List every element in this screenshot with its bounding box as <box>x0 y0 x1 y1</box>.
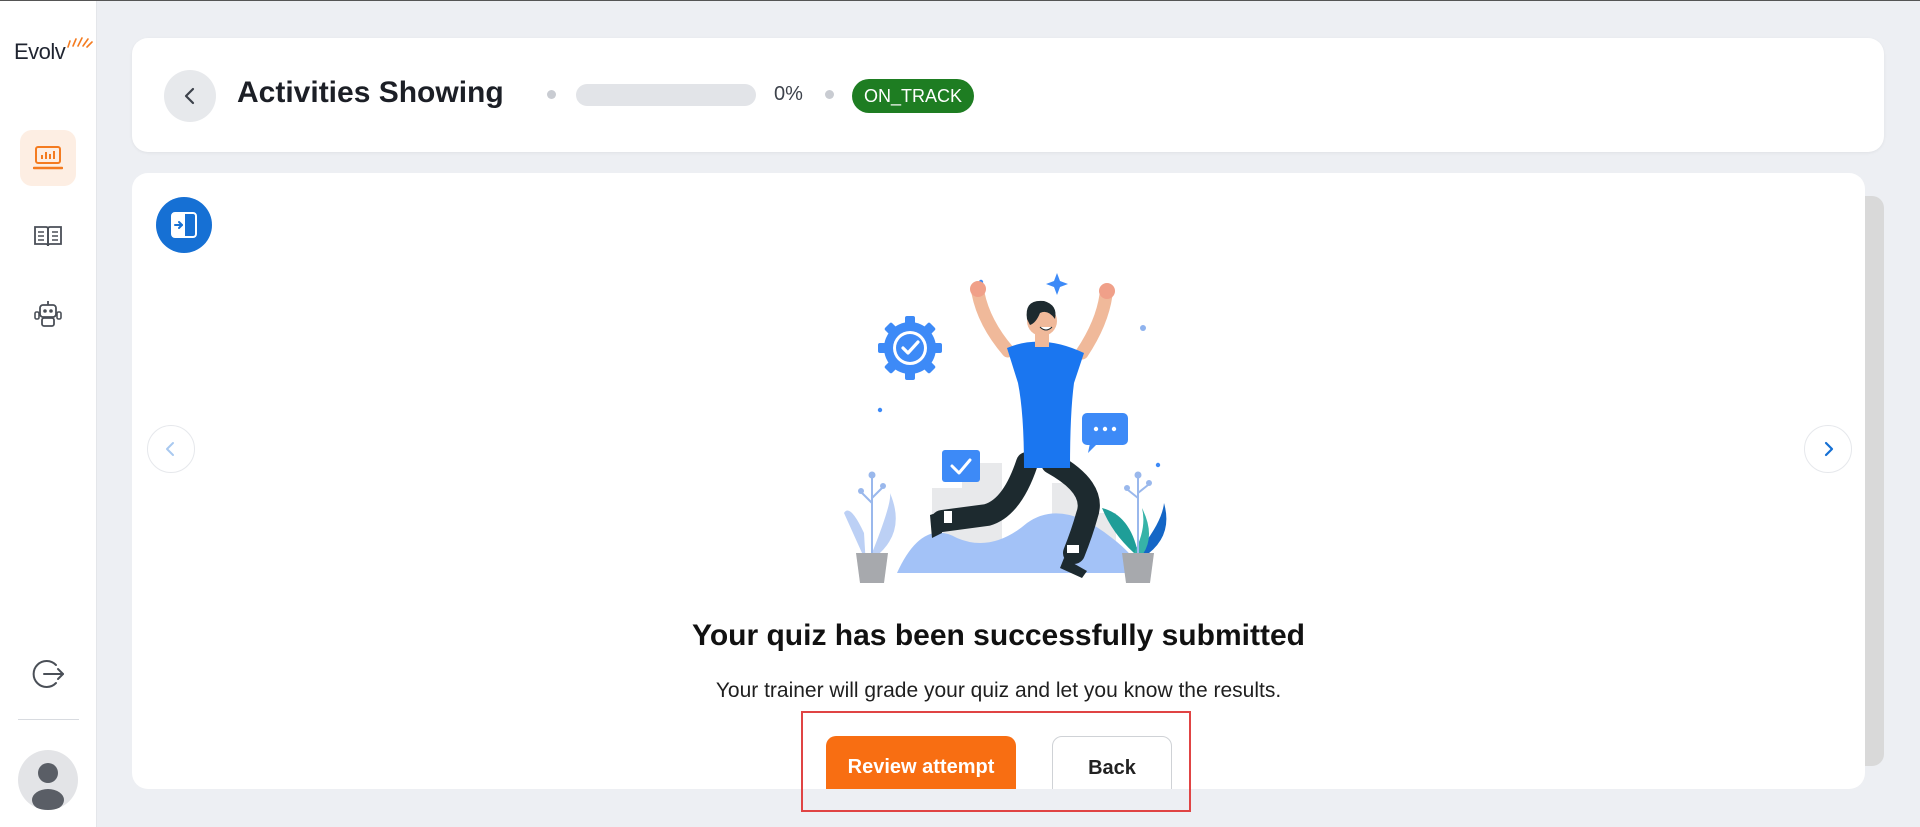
logout-button[interactable] <box>20 646 76 702</box>
back-button[interactable]: Back <box>1052 736 1172 789</box>
logout-icon <box>32 660 64 688</box>
sidebar: Evolv <box>0 1 97 827</box>
user-avatar-icon <box>32 763 64 810</box>
chevron-left-icon <box>166 442 174 456</box>
sidebar-item-courses[interactable] <box>20 208 76 264</box>
progress-bar <box>576 84 756 106</box>
chevron-right-icon <box>1824 441 1834 457</box>
carousel-prev-button[interactable] <box>147 425 195 473</box>
card-stack-shadow <box>1862 196 1884 766</box>
sidebar-item-dashboard[interactable] <box>20 130 76 186</box>
celebration-illustration <box>844 273 1167 583</box>
submission-headline: Your quiz has been successfully submitte… <box>692 619 1305 652</box>
sidebar-divider <box>18 719 79 720</box>
logo-text: Evolv <box>14 39 66 64</box>
avatar[interactable] <box>18 750 78 810</box>
separator-dot <box>547 90 556 99</box>
status-badge: ON_TRACK <box>852 79 975 113</box>
submission-subtext: Your trainer will grade your quiz and le… <box>715 679 1282 702</box>
carousel-next-button[interactable] <box>1804 425 1852 473</box>
app-logo[interactable]: Evolv <box>14 37 93 65</box>
progress-label: 0% <box>774 83 803 105</box>
activity-header: Activities Showing 0% ON_TRACK <box>132 38 1884 152</box>
robot-icon <box>34 301 62 327</box>
page-title: Activities Showing <box>237 76 504 109</box>
chevron-left-icon <box>184 87 195 105</box>
logo-arc-icon <box>67 37 93 48</box>
quiz-result-card: Your quiz has been successfully submitte… <box>132 173 1865 789</box>
header-back-button[interactable] <box>164 70 216 122</box>
panel-toggle-button[interactable] <box>156 197 212 253</box>
separator-dot <box>825 90 834 99</box>
book-icon <box>34 226 62 247</box>
dashboard-chart-icon <box>33 146 63 170</box>
review-attempt-button[interactable]: Review attempt <box>826 736 1016 789</box>
sidebar-item-assistant[interactable] <box>20 286 76 342</box>
sidebar-expand-icon <box>171 212 197 238</box>
